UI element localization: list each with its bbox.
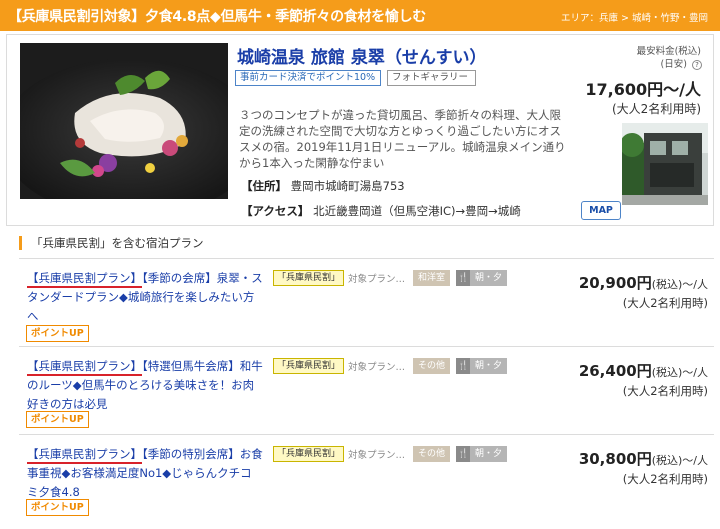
hotel-card: 城崎温泉 旅館 泉翠（せんすい） 事前カード決済でポイント10% フォトギャラリ… [6,34,714,226]
room-type-badge: 和洋室 [413,270,451,286]
meal-badge: 朝・夕 [470,446,508,462]
plan-price-suffix: (税込)〜/人 [651,454,708,467]
room-type-badge: その他 [413,358,451,374]
address-value: 豊岡市城崎町湯島753 [290,179,405,193]
hotel-building-photo[interactable] [622,123,708,205]
card-payment-tag[interactable]: 事前カード決済でポイント10% [235,70,381,86]
pref-discount-badge: 「兵庫県民割」 [273,358,345,374]
price-guide-text: (日安) [660,59,687,70]
plan-item: 【兵庫県民割プラン】【季節の会席】泉翠・スタンダードプラン◆城崎旅行を楽しみたい… [19,258,714,346]
pref-discount-badge: 「兵庫県民割」 [273,270,345,286]
plan-title-link[interactable]: 【兵庫県民割プラン】【季節の特別会席】お食事重視◆お客様満足度No1◆じゃらんク… [27,445,263,502]
point-up-badge: ポイントUP [26,499,89,516]
meal-icon: 🍴 [456,446,471,462]
hotel-access: 【アクセス】 北近畿豊岡道（但馬空港IC)→豊岡→城崎 [241,203,521,219]
plan-badges: 「兵庫県民割」 対象プラン… その他 🍴 朝・夕 [273,446,508,462]
point-up-badge: ポイントUP [26,325,89,342]
plan-title-lead[interactable]: 【兵庫県民割プラン】 [27,447,142,464]
meal-badge: 朝・夕 [470,358,508,374]
plan-list: 【兵庫県民割プラン】【季節の会席】泉翠・スタンダードプラン◆城崎旅行を楽しみたい… [19,258,714,522]
plan-title-link[interactable]: 【兵庫県民割プラン】【季節の会席】泉翠・スタンダードプラン◆城崎旅行を楽しみたい… [27,269,263,326]
plans-section-heading: 「兵庫県民割」を含む宿泊プラン [19,236,204,250]
plan-price-note: (大人2名利用時) [622,472,708,486]
plan-title-link[interactable]: 【兵庫県民割プラン】【特選但馬牛会席】和牛のルーツ◆但馬牛のとろける美味さを！お… [27,357,263,414]
map-button[interactable]: MAP [581,201,621,220]
plan-item: 【兵庫県民割プラン】【季節の特別会席】お食事重視◆お客様満足度No1◆じゃらんク… [19,434,714,522]
hotel-photo-sashimi[interactable] [20,43,228,199]
lowest-price-label: 最安料金(税込) [636,46,701,57]
plan-title-lead[interactable]: 【兵庫県民割プラン】 [27,359,142,376]
meal-badge: 朝・夕 [470,270,508,286]
hotel-price-note: (大人2名利用時) [612,102,701,116]
plan-title-lead[interactable]: 【兵庫県民割プラン】 [27,271,142,288]
room-type-badge: その他 [413,446,451,462]
point-up-badge: ポイントUP [26,411,89,428]
pref-discount-badge: 「兵庫県民割」 [273,446,345,462]
plan-price-value: 26,400円 [578,362,652,380]
plan-price-value: 30,800円 [578,450,652,468]
target-plan-text: 対象プラン… [348,274,406,285]
plan-item: 【兵庫県民割プラン】【特選但馬牛会席】和牛のルーツ◆但馬牛のとろける美味さを！お… [19,346,714,434]
access-value: 北近畿豊岡道（但馬空港IC)→豊岡→城崎 [313,204,521,218]
plan-price-note: (大人2名利用時) [622,296,708,310]
hotel-address: 【住所】 豊岡市城崎町湯島753 [241,178,405,194]
hotel-name-link[interactable]: 城崎温泉 旅館 泉翠（せんすい） [237,43,487,68]
plan-price-value: 20,900円 [578,274,652,292]
hotel-description: ３つのコンセプトが違った貸切風呂、季節折々の料理、大人限定の洗練された空間で大切… [239,108,566,170]
meal-icon: 🍴 [456,270,471,286]
plan-price: 20,900円(税込)〜/人 [579,272,708,293]
plan-price-suffix: (税込)〜/人 [651,366,708,379]
banner-title[interactable]: 【兵庫県民割引対象】夕食4.8点◆但馬牛・季節折々の食材を愉しむ [0,6,426,26]
hotel-lowest-price: 17,600円〜/人 [585,80,701,99]
plan-price: 26,400円(税込)〜/人 [579,360,708,381]
meal-icon: 🍴 [456,358,471,374]
price-guide-label: (日安) ? [661,56,702,70]
plan-price-suffix: (税込)〜/人 [651,278,708,291]
target-plan-text: 対象プラン… [348,362,406,373]
plan-badges: 「兵庫県民割」 対象プラン… 和洋室 🍴 朝・夕 [273,270,508,286]
plan-price: 30,800円(税込)〜/人 [579,448,708,469]
header-banner: 【兵庫県民割引対象】夕食4.8点◆但馬牛・季節折々の食材を愉しむ エリア：兵庫 … [0,0,720,31]
target-plan-text: 対象プラン… [348,450,406,461]
photo-gallery-button[interactable]: フォトギャラリー [387,70,476,86]
help-icon[interactable]: ? [692,59,702,70]
access-label: 【アクセス】 [241,204,310,218]
plan-badges: 「兵庫県民割」 対象プラン… その他 🍴 朝・夕 [273,358,508,374]
plan-price-note: (大人2名利用時) [622,384,708,398]
area-breadcrumb[interactable]: エリア：兵庫 > 城崎・竹野・豊岡 [561,10,708,24]
address-label: 【住所】 [241,179,287,193]
